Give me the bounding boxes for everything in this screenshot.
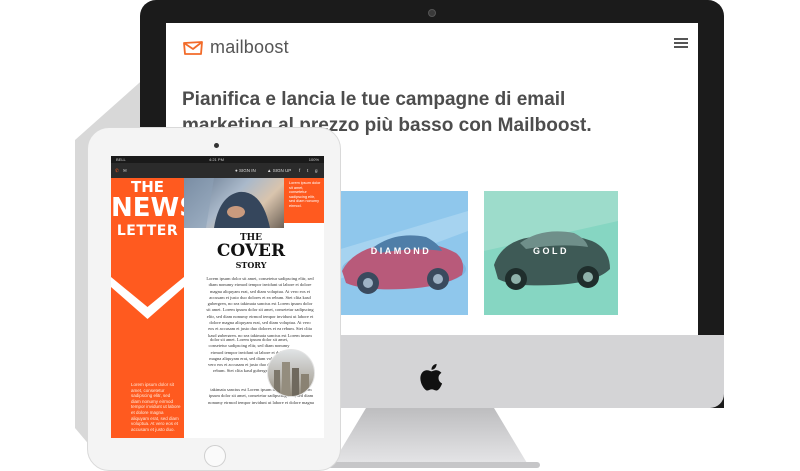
intro-box-text: Lorem ipsum dolor sit amet, consetetur s… (289, 181, 321, 208)
cover-line-3: STORY (235, 260, 267, 270)
plan-card-diamond[interactable]: DIAMOND (334, 191, 468, 315)
hamburger-menu-icon[interactable] (674, 38, 688, 48)
cover-line-2: COVER (216, 241, 286, 261)
envelope-icon (183, 40, 203, 55)
ipad-screen: BELL 4:21 PM 100% ✆ ✉ ● SIGN IN ▲ SIGN U… (111, 156, 324, 438)
status-bar: BELL 4:21 PM 100% (111, 156, 324, 163)
sign-up-link[interactable]: ▲ SIGN UP (267, 163, 291, 178)
newsletter-nav: ✆ ✉ ● SIGN IN ▲ SIGN UP f t g (111, 163, 324, 178)
facebook-icon[interactable]: f (299, 163, 300, 178)
battery-label: 100% (308, 157, 319, 162)
monitor-stand-base (320, 462, 540, 468)
logo-text: mailboost (210, 37, 289, 57)
clock-label: 4:21 PM (209, 157, 224, 162)
twitter-icon[interactable]: t (307, 163, 308, 178)
plan-card-diamond-label: DIAMOND (370, 246, 432, 256)
apple-logo-icon (420, 363, 443, 391)
plan-card-gold-label: GOLD (533, 246, 569, 256)
newsletter-masthead: THE NEWS LETTER Lorem ipsum dolor sit am… (111, 178, 198, 438)
chevron-down-icon (111, 277, 184, 319)
masthead-text: Lorem ipsum dolor sit amet, consetetur s… (131, 382, 181, 432)
masthead-line-2: NEWS (111, 193, 198, 223)
site-logo[interactable]: mailboost (182, 37, 289, 58)
plan-card-gold[interactable]: GOLD (484, 191, 618, 315)
intro-box: Lorem ipsum dolor sit amet, consetetur s… (284, 178, 324, 223)
article-text: Lorem ipsum dolor sit amet, consetetur s… (206, 276, 314, 337)
hero-photo (184, 178, 284, 228)
camera-icon (428, 9, 436, 17)
masthead-line-3: LETTER (116, 223, 179, 239)
monitor-stand (330, 408, 530, 468)
city-photo (267, 349, 315, 397)
mail-icon[interactable]: ✉ (123, 163, 127, 178)
google-icon[interactable]: g (315, 163, 318, 178)
home-button[interactable] (204, 445, 226, 467)
sign-in-link[interactable]: ● SIGN IN (235, 163, 256, 178)
carrier-label: BELL (116, 157, 126, 162)
phone-icon[interactable]: ✆ (115, 163, 119, 178)
camera-icon (214, 143, 219, 148)
